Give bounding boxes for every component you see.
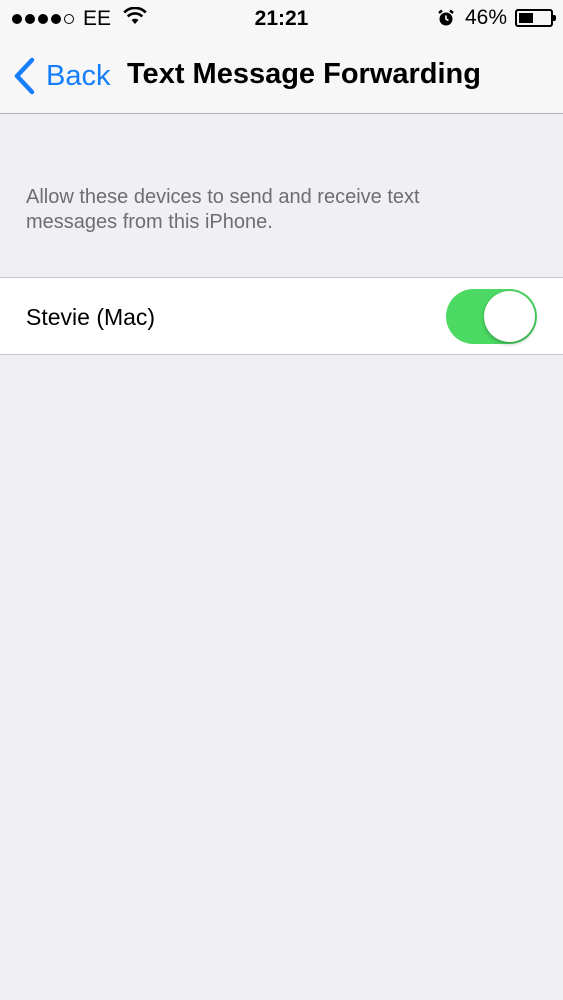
back-button[interactable]: Back bbox=[12, 56, 110, 96]
navigation-bar: Back Text Message Forwarding bbox=[0, 38, 563, 114]
description-line: messages from this iPhone. bbox=[26, 211, 273, 233]
chevron-left-icon bbox=[14, 57, 35, 95]
page-title: Text Message Forwarding bbox=[127, 58, 481, 90]
status-right: 46% bbox=[437, 6, 556, 30]
device-label: Stevie (Mac) bbox=[26, 304, 156, 330]
toggle-knob bbox=[484, 291, 535, 342]
alarm-clock-icon bbox=[437, 9, 455, 27]
battery-nub bbox=[553, 15, 556, 21]
device-toggle-switch[interactable] bbox=[446, 289, 537, 344]
battery-fill bbox=[519, 13, 533, 23]
section-description: Allow these devices to send and receive … bbox=[26, 185, 526, 235]
device-row: Stevie (Mac) bbox=[0, 277, 563, 355]
battery-percent: 46% bbox=[464, 6, 507, 29]
status-bar: EE 21:21 46% bbox=[0, 0, 563, 38]
back-label: Back bbox=[46, 59, 111, 92]
description-line: Allow these devices to send and receive … bbox=[26, 186, 420, 208]
battery-icon bbox=[515, 9, 556, 27]
